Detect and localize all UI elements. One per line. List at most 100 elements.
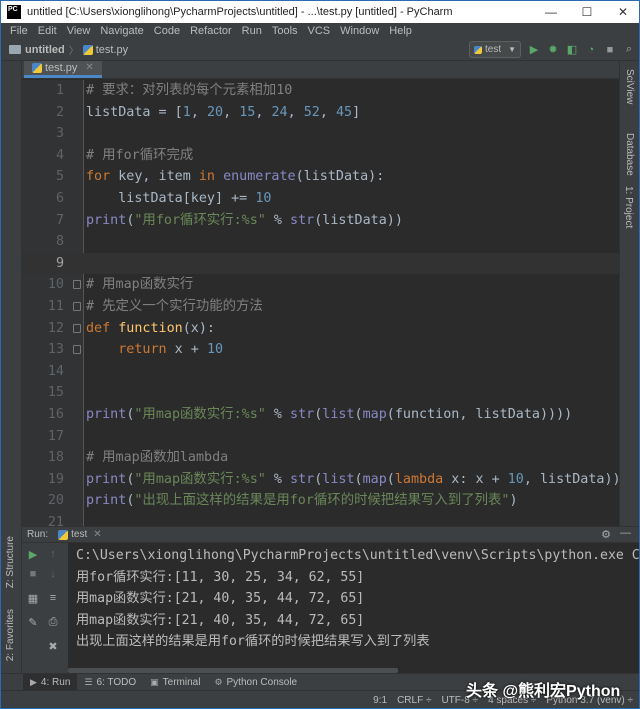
console-line: C:\Users\xionglihong\PycharmProjects\unt… bbox=[76, 548, 640, 563]
run-toolbar-vertical: ▶ ↑ ■ ↓ ▦ ≡ ✎ ⎙ ✖ bbox=[22, 543, 68, 674]
layout-icon[interactable]: ▦ bbox=[26, 591, 40, 605]
caret-position[interactable]: 9:1 bbox=[373, 695, 387, 706]
gear-icon[interactable]: ⚙ bbox=[601, 528, 611, 541]
code-area[interactable]: 1 # 要求：对列表的每个元素相加10 2 listData = [1, 20,… bbox=[22, 80, 621, 526]
run-configuration-label: test bbox=[485, 44, 502, 55]
code-line: 6 listData[key] += 10 bbox=[22, 188, 621, 210]
menu-navigate[interactable]: Navigate bbox=[95, 25, 148, 37]
console-output[interactable]: C:\Users\xionglihong\PycharmProjects\unt… bbox=[68, 543, 640, 668]
soft-wrap-icon[interactable]: ≡ bbox=[46, 591, 60, 605]
folder-icon bbox=[9, 45, 21, 54]
code-line: 20 print("出现上面这样的结果是用for循环的时候把结果写入到了列表") bbox=[22, 490, 621, 512]
fold-icon[interactable] bbox=[73, 302, 81, 311]
line-number: 1 bbox=[55, 83, 64, 98]
code-line: 14 bbox=[22, 361, 621, 383]
menu-vcs[interactable]: VCS bbox=[303, 25, 336, 37]
rerun-icon[interactable]: ▶ bbox=[26, 547, 40, 561]
tool-tab-run[interactable]: ▶ 4: Run bbox=[23, 673, 78, 691]
python-file-icon bbox=[82, 44, 93, 55]
left-tool-strip: Z: Structure 2: Favorites bbox=[1, 61, 22, 673]
editor-tab-test-py[interactable]: test.py ✕ bbox=[24, 61, 102, 78]
tab-sciview[interactable]: SciView bbox=[624, 69, 635, 104]
tool-tab-todo[interactable]: ☰ 6: TODO bbox=[77, 674, 143, 691]
debug-icon[interactable]: ✹ bbox=[547, 44, 559, 56]
fold-icon[interactable] bbox=[73, 280, 81, 290]
fold-icon[interactable] bbox=[73, 323, 81, 333]
line-number: 5 bbox=[55, 169, 64, 185]
pin-icon[interactable]: ✎ bbox=[26, 615, 40, 629]
close-icon[interactable]: ✕ bbox=[93, 529, 101, 540]
profile-icon[interactable]: ◔ bbox=[585, 44, 597, 56]
run-icon: ▶ bbox=[30, 676, 37, 687]
print-icon[interactable]: ⎙ bbox=[46, 615, 60, 629]
line-number: 11 bbox=[47, 299, 64, 314]
line-number: 7 bbox=[55, 212, 64, 228]
python-file-icon bbox=[474, 45, 482, 54]
pycharm-window: PC untitled [C:\Users\xionglihong\Pychar… bbox=[0, 0, 640, 709]
run-configuration-select[interactable]: test ▼ bbox=[469, 41, 521, 58]
search-icon[interactable]: ⌕ bbox=[623, 43, 635, 56]
menu-file[interactable]: File bbox=[5, 25, 33, 37]
line-number: 6 bbox=[55, 191, 64, 206]
console-line: 出现上面这样的结果是用for循环的时候把结果写入到了列表 bbox=[76, 634, 430, 650]
tab-project[interactable]: 1: Project bbox=[623, 186, 634, 228]
tab-database[interactable]: Database bbox=[624, 133, 635, 176]
console-line: 用map函数实行:[21, 40, 35, 44, 72, 65] bbox=[76, 612, 365, 628]
hide-panel-icon[interactable]: — bbox=[620, 527, 631, 539]
menu-run[interactable]: Run bbox=[237, 25, 267, 37]
tool-tab-python-console[interactable]: ⚙ Python Console bbox=[207, 674, 304, 691]
run-tab-test[interactable]: test ✕ bbox=[58, 529, 102, 540]
menu-view[interactable]: View bbox=[62, 25, 96, 37]
line-number: 18 bbox=[47, 450, 64, 466]
menu-bar: File Edit View Navigate Code Refactor Ru… bbox=[1, 23, 639, 39]
menu-help[interactable]: Help bbox=[384, 25, 417, 37]
python-file-icon bbox=[58, 529, 69, 540]
breadcrumb-file[interactable]: test.py bbox=[96, 44, 128, 56]
run-panel: Run: test ✕ ⚙ — ▶ ↑ ■ ↓ ▦ ≡ ✎ ⎙ ✖ C:\Use… bbox=[22, 526, 640, 674]
window-title: untitled [C:\Users\xionglihong\PycharmPr… bbox=[27, 6, 453, 18]
run-panel-header: Run: test ✕ ⚙ — bbox=[22, 527, 639, 543]
stop-icon[interactable]: ■ bbox=[26, 567, 40, 581]
tool-tab-terminal[interactable]: ▣ Terminal bbox=[143, 674, 207, 691]
code-line: 13 return x + 10 bbox=[22, 339, 621, 361]
menu-tools[interactable]: Tools bbox=[267, 25, 303, 37]
chevron-down-icon: ▼ bbox=[508, 45, 516, 54]
watermark: 头条 @熊利宏Python bbox=[466, 683, 621, 700]
run-panel-label: Run: bbox=[27, 529, 49, 540]
menu-window[interactable]: Window bbox=[335, 25, 384, 37]
breadcrumb-project[interactable]: untitled bbox=[25, 44, 65, 56]
menu-refactor[interactable]: Refactor bbox=[185, 25, 237, 37]
tool-tab-label: 4: Run bbox=[40, 676, 71, 688]
line-number: 16 bbox=[47, 407, 64, 422]
console-line: 用for循环实行:[11, 30, 25, 34, 62, 55] bbox=[76, 569, 365, 585]
line-number: 19 bbox=[47, 471, 64, 487]
code-line: 7 print("用for循环实行:%s" % str(listData)) bbox=[22, 210, 621, 232]
line-number: 4 bbox=[55, 147, 64, 163]
run-icon[interactable]: ▶ bbox=[528, 44, 540, 56]
coverage-icon[interactable]: ◧ bbox=[566, 44, 578, 56]
terminal-icon: ▣ bbox=[150, 676, 159, 687]
current-code-line: 9 bbox=[22, 252, 621, 275]
scroll-down-icon[interactable]: ↓ bbox=[46, 567, 60, 581]
code-line: 15 bbox=[22, 382, 621, 404]
line-number: 8 bbox=[55, 234, 64, 250]
stop-icon[interactable]: ■ bbox=[604, 44, 616, 56]
title-bar: PC untitled [C:\Users\xionglihong\Pychar… bbox=[1, 1, 639, 23]
close-icon[interactable]: ✕ bbox=[85, 62, 93, 73]
code-line: 2 listData = [1, 20, 15, 24, 52, 45] bbox=[22, 102, 621, 124]
close-button[interactable]: ✕ bbox=[605, 1, 639, 23]
maximize-button[interactable]: ☐ bbox=[569, 1, 605, 23]
line-separator[interactable]: CRLF ÷ bbox=[397, 695, 431, 706]
menu-edit[interactable]: Edit bbox=[33, 25, 62, 37]
minimize-button[interactable]: — bbox=[533, 1, 569, 23]
tab-favorites[interactable]: 2: Favorites bbox=[5, 609, 16, 661]
line-number: 20 bbox=[47, 493, 64, 509]
tab-structure[interactable]: Z: Structure bbox=[5, 536, 16, 588]
python-file-icon bbox=[32, 62, 42, 73]
editor-tab-label: test.py bbox=[45, 61, 78, 74]
trash-icon[interactable]: ✖ bbox=[46, 639, 60, 653]
fold-icon[interactable] bbox=[73, 345, 81, 355]
scroll-up-icon[interactable]: ↑ bbox=[46, 547, 60, 561]
menu-code[interactable]: Code bbox=[149, 25, 185, 37]
line-number: 10 bbox=[47, 277, 64, 293]
